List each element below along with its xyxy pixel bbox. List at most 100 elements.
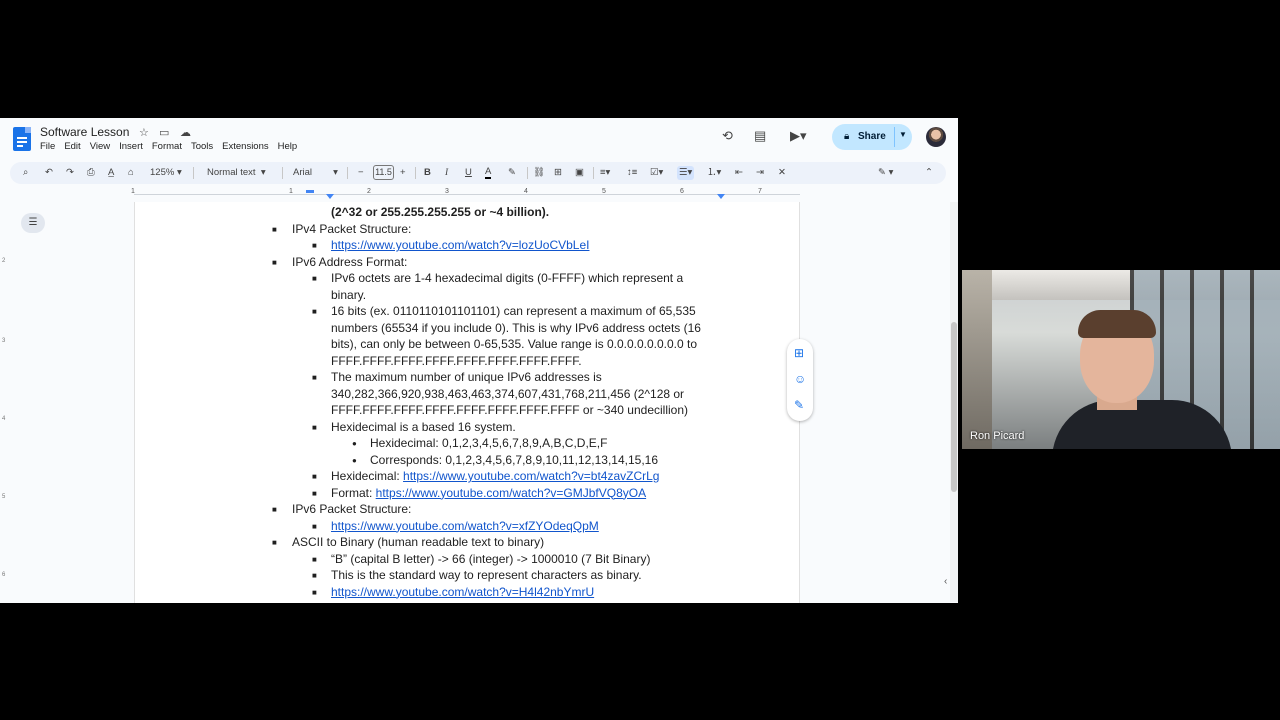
document-line: binary. <box>331 287 367 302</box>
highlight-icon[interactable]: ✎ <box>508 166 516 180</box>
comments-icon[interactable]: ▤ <box>754 128 766 144</box>
underline-icon[interactable]: U <box>465 166 472 180</box>
document-link[interactable]: https://www.youtube.com/watch?v=xfZYOdeq… <box>331 519 599 533</box>
search-menus-icon[interactable]: ⌕ <box>23 166 28 180</box>
version-history-icon[interactable]: ⟲ <box>722 128 733 144</box>
floating-action-bar: ⊞ ☺ ✎ <box>787 339 813 421</box>
share-dropdown-icon[interactable]: ▼ <box>899 130 907 139</box>
first-line-indent-marker[interactable] <box>306 190 314 193</box>
add-comment-icon[interactable]: ⊞ <box>794 346 804 360</box>
move-folder-icon[interactable]: ▭ <box>159 126 169 139</box>
docs-logo-icon[interactable] <box>13 127 31 151</box>
left-indent-marker[interactable] <box>326 194 334 199</box>
menu-help[interactable]: Help <box>278 141 298 152</box>
menu-edit[interactable]: Edit <box>64 141 80 152</box>
menu-format[interactable]: Format <box>152 141 182 152</box>
line-spacing-icon[interactable]: ↕≡ <box>627 166 637 180</box>
menu-insert[interactable]: Insert <box>119 141 143 152</box>
document-line[interactable]: Hexidecimal: https://www.youtube.com/wat… <box>331 469 659 483</box>
numbered-list-icon[interactable]: ⒈▾ <box>707 166 721 180</box>
document-link[interactable]: https://www.youtube.com/watch?v=H4l42nbY… <box>331 585 594 599</box>
document-line: FFFF.FFFF.FFFF.FFFF.FFFF.FFFF.FFFF.FFFF. <box>331 353 582 368</box>
decrease-indent-icon[interactable]: ⇤ <box>735 166 743 180</box>
font-select[interactable]: Arial ▾ <box>293 166 338 180</box>
meet-icon[interactable]: ▶▾ <box>790 128 807 144</box>
side-panel-toggle-icon[interactable]: ‹ <box>944 576 947 587</box>
menu-bar: File Edit View Insert Format Tools Exten… <box>40 141 306 152</box>
document-link[interactable]: https://www.youtube.com/watch?v=GMJbfVQ8… <box>376 486 646 500</box>
formatting-toolbar: ⌕ ↶ ↷ ⎙ A̲ ⌂ 125% ▾ Normal text ▾ Arial … <box>10 162 946 184</box>
outline-icon: ☰ <box>28 217 38 228</box>
document-outline-button[interactable]: ☰ <box>21 213 45 233</box>
document-line: Hexidecimal: 0,1,2,3,4,5,6,7,8,9,A,B,C,D… <box>370 436 608 450</box>
document-line: This is the standard way to represent ch… <box>331 568 642 582</box>
webcam-overlay: Ron Picard <box>962 270 1280 449</box>
right-indent-marker[interactable] <box>717 194 725 199</box>
text-color-icon[interactable]: A <box>485 166 492 179</box>
increase-font-size-icon[interactable]: + <box>400 166 406 180</box>
align-icon[interactable]: ≡▾ <box>600 166 610 180</box>
star-icon[interactable]: ☆ <box>139 126 149 139</box>
insert-link-icon[interactable]: ⛓ <box>533 166 545 180</box>
menu-tools[interactable]: Tools <box>191 141 213 152</box>
scrollbar[interactable] <box>950 202 958 602</box>
zoom-select[interactable]: 125% ▾ <box>150 166 182 180</box>
print-icon[interactable]: ⎙ <box>87 166 95 180</box>
scrollbar-thumb[interactable] <box>951 322 957 492</box>
document-line: FFFF.FFFF.FFFF.FFFF.FFFF.FFFF.FFFF.FFFF … <box>331 403 688 417</box>
bullet-square-icon: ■ <box>272 257 277 267</box>
bullet-square-icon: ■ <box>312 274 317 283</box>
share-button[interactable]: 🔒︎ Share ▼ <box>832 124 912 150</box>
menu-extensions[interactable]: Extensions <box>222 141 268 152</box>
redo-icon[interactable]: ↷ <box>66 166 74 180</box>
editing-mode-icon[interactable]: ✎ ▾ <box>878 166 893 180</box>
document-line: IPv6 Address Format: <box>292 254 408 269</box>
document-line: Hexidecimal is a based 16 system. <box>331 419 516 434</box>
italic-icon[interactable]: I <box>445 166 448 180</box>
insert-image-icon[interactable]: ▣ <box>575 166 584 180</box>
menu-view[interactable]: View <box>90 141 110 152</box>
bullet-square-icon: ■ <box>272 224 277 234</box>
bullet-square-icon: ■ <box>272 505 277 514</box>
cloud-status-icon[interactable]: ☁ <box>180 126 191 139</box>
add-emoji-reaction-icon[interactable]: ☺ <box>794 372 806 386</box>
bullet-square-icon: ■ <box>312 571 317 580</box>
avatar[interactable] <box>926 127 946 147</box>
bullet-dot-icon: ● <box>352 439 357 448</box>
bullet-square-icon: ■ <box>312 472 317 481</box>
style-select[interactable]: Normal text ▾ <box>207 166 266 180</box>
menu-file[interactable]: File <box>40 141 55 152</box>
lock-icon: 🔒︎ <box>844 131 850 142</box>
spellcheck-icon[interactable]: A̲ <box>108 166 114 180</box>
document-line: bits), can only be between 0-65,535. Val… <box>331 337 698 351</box>
document-link[interactable]: https://www.youtube.com/watch?v=lozUoCVb… <box>331 238 589 252</box>
vertical-ruler: 2 3 4 5 6 <box>2 258 6 578</box>
share-label: Share <box>858 131 886 142</box>
document-link[interactable]: https://www.youtube.com/watch?v=bt4zavZC… <box>403 469 659 483</box>
bullet-square-icon: ■ <box>312 521 317 531</box>
document-line: IPv6 Packet Structure: <box>292 502 412 516</box>
hide-menus-icon[interactable]: ⌃ <box>925 166 933 180</box>
suggest-edits-icon[interactable]: ✎ <box>794 398 804 412</box>
bullet-square-icon: ■ <box>312 307 317 316</box>
document-page[interactable]: (2^32 or 255.255.255.255 or ~4 billion).… <box>134 202 800 603</box>
bullet-square-icon: ■ <box>312 488 317 498</box>
participant-name: Ron Picard <box>970 430 1025 442</box>
checklist-icon[interactable]: ☑▾ <box>650 166 663 180</box>
bold-icon[interactable]: B <box>424 166 431 180</box>
document-line: 340,282,366,920,938,463,463,374,607,431,… <box>331 386 685 401</box>
decrease-font-size-icon[interactable]: − <box>358 166 364 180</box>
document-line: IPv6 octets are 1-4 hexadecimal digits (… <box>331 271 684 285</box>
document-line[interactable]: Format: https://www.youtube.com/watch?v=… <box>331 486 646 500</box>
paint-format-icon[interactable]: ⌂ <box>128 166 134 180</box>
document-title[interactable]: Software Lesson <box>40 125 129 139</box>
bullet-dot-icon: ● <box>352 455 357 465</box>
horizontal-ruler: 1 1 2 3 4 5 6 7 <box>0 188 950 200</box>
undo-icon[interactable]: ↶ <box>45 166 53 180</box>
font-size-input[interactable]: 11.5 <box>373 165 394 180</box>
document-line: The maximum number of unique IPv6 addres… <box>331 370 602 384</box>
clear-formatting-icon[interactable]: ✕ <box>778 166 786 180</box>
add-comment-icon[interactable]: ⊞ <box>554 166 562 180</box>
increase-indent-icon[interactable]: ⇥ <box>756 166 764 180</box>
bulleted-list-icon[interactable]: ☰▾ <box>677 166 695 180</box>
